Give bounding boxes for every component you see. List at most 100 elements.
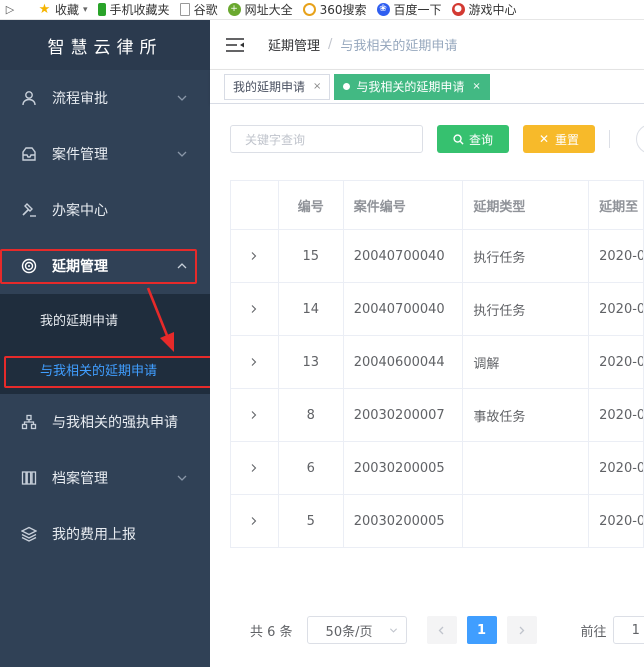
row-expand-icon[interactable] [231, 442, 279, 495]
table-cell: 执行任务 [463, 283, 590, 336]
more-button[interactable] [636, 124, 644, 154]
active-dot-icon [343, 83, 351, 90]
sidebar: 智慧云律所 流程审批 案件管理 办案中心 延期管理 我的延期申请 与我相关的延期… [0, 20, 237, 667]
tab-label: 我的延期申请 [233, 80, 306, 94]
tab-label: 与我相关的延期申请 [356, 80, 465, 94]
pagination: 共 6 条 50条/页 1 前往 1 [250, 616, 644, 644]
query-button[interactable]: 查询 [437, 125, 509, 153]
sidebar-item-label: 案件管理 [52, 147, 108, 163]
query-label: 查询 [468, 132, 493, 147]
bookmark-item[interactable]: 谷歌 [179, 1, 218, 18]
archive-icon [20, 469, 38, 487]
breadcrumb-parent[interactable]: 延期管理 [268, 35, 320, 54]
close-icon[interactable]: × [313, 81, 321, 92]
chevron-down-icon: ▾ [83, 4, 88, 15]
submenu-item-label: 我的延期申请 [40, 313, 119, 329]
table-cell: 20040700040 [343, 283, 464, 336]
pagination-total: 共 6 条 [250, 624, 293, 640]
bookmark-item[interactable]: ● 游戏中心 [451, 1, 517, 18]
row-expand-icon[interactable] [231, 283, 279, 336]
chevron-right-icon [519, 626, 525, 634]
table-cell: 14 [278, 283, 344, 336]
table-cell: 6 [278, 442, 344, 495]
row-expand-icon[interactable] [231, 230, 279, 283]
navbar: 延期管理 / 与我相关的延期申请 [210, 20, 644, 70]
tags-view: 我的延期申请 × 与我相关的延期申请 × [210, 70, 644, 104]
highlight-box [4, 356, 237, 388]
sidebar-item-label: 流程审批 [52, 91, 108, 107]
table-row: 13 20040600044 调解 2020-0 [231, 336, 644, 389]
main-panel: 延期管理 / 与我相关的延期申请 我的延期申请 × 与我相关的延期申请 × 关键… [210, 20, 644, 667]
table-cell: 13 [278, 336, 344, 389]
bookmark-item[interactable]: ❀ 百度一下 [376, 1, 442, 18]
sidebar-toggle-icon[interactable]: ▷ [0, 3, 20, 16]
row-expand-icon[interactable] [231, 495, 279, 548]
arrow-annotation-icon [146, 287, 174, 352]
layers-icon [20, 525, 38, 543]
table-cell: 2020-0 [589, 283, 644, 336]
reset-button[interactable]: ✕ 重置 [523, 125, 595, 153]
content-area: 关键字查询 查询 ✕ 重置 编号 案件编号 延期类型 延期至 15 200407… [210, 104, 644, 664]
paw-icon: ❀ [376, 3, 390, 16]
hamburger-icon[interactable] [226, 37, 244, 52]
table-cell: 2020-0 [589, 389, 644, 442]
chevron-left-icon [438, 626, 444, 634]
bookmark-item[interactable]: 360搜索 [302, 1, 367, 18]
inbox-icon [20, 145, 38, 163]
plus-icon: + [227, 3, 241, 16]
gavel-icon [20, 201, 38, 219]
next-page-button[interactable] [506, 616, 537, 644]
table-cell [463, 495, 590, 548]
row-expand-icon[interactable] [231, 336, 279, 389]
breadcrumb-separator: / [328, 37, 333, 52]
tab-related-extension[interactable]: 与我相关的延期申请 × [334, 73, 490, 100]
row-expand-icon[interactable] [231, 389, 279, 442]
gamepad-icon: ● [451, 3, 465, 16]
sidebar-item-expenses[interactable]: 我的费用上报 [0, 506, 210, 562]
phone-icon [97, 3, 106, 16]
table-header-row: 编号 案件编号 延期类型 延期至 [231, 181, 644, 230]
sidebar-item-approval[interactable]: 流程审批 [0, 70, 210, 126]
page-icon [179, 3, 190, 16]
sidebar-item-archive[interactable]: 档案管理 [0, 450, 210, 506]
table-cell: 事故任务 [463, 389, 590, 442]
table-cell: 20040600044 [343, 336, 464, 389]
table-row: 14 20040700040 执行任务 2020-0 [231, 283, 644, 336]
chevron-down-icon [177, 475, 187, 481]
table-row: 15 20040700040 执行任务 2020-0 [231, 230, 644, 283]
chevron-down-icon [177, 151, 187, 157]
divider [609, 130, 610, 148]
sidebar-item-label: 办案中心 [52, 203, 108, 219]
keyword-search-input[interactable]: 关键字查询 [230, 125, 423, 153]
search-row: 关键字查询 查询 ✕ 重置 [230, 124, 644, 154]
bookmark-item[interactable]: + 网址大全 [227, 1, 293, 18]
extension-table: 编号 案件编号 延期类型 延期至 15 20040700040 执行任务 202… [230, 180, 644, 548]
tab-my-extension[interactable]: 我的延期申请 × [224, 73, 331, 100]
sidebar-item-enforcement[interactable]: 与我相关的强执申请 [0, 394, 210, 450]
page-size-select[interactable]: 50条/页 [306, 616, 407, 644]
bookmark-item[interactable]: ★ 收藏 ▾ [38, 1, 88, 18]
sidebar-item-label: 档案管理 [52, 471, 108, 487]
table-cell: 执行任务 [463, 230, 590, 283]
table-cell: 5 [278, 495, 344, 548]
sidebar-item-label: 与我相关的强执申请 [52, 415, 178, 431]
page-number-button[interactable]: 1 [466, 616, 497, 644]
table-cell: 2020-0 [589, 442, 644, 495]
close-icon[interactable]: × [472, 81, 480, 92]
table-cell: 20030200007 [343, 389, 464, 442]
table-row: 5 20030200005 2020-0 [231, 495, 644, 548]
user-icon [20, 89, 38, 107]
table-cell: 2020-0 [589, 495, 644, 548]
prev-page-button[interactable] [426, 616, 457, 644]
chevron-down-icon [177, 95, 187, 101]
chevron-down-icon [389, 628, 397, 633]
breadcrumb-current: 与我相关的延期申请 [340, 39, 458, 54]
bookmark-item[interactable]: 手机收藏夹 [97, 1, 170, 18]
star-icon: ★ [38, 2, 51, 17]
goto-page-input[interactable]: 1 [612, 616, 644, 644]
sidebar-item-case-center[interactable]: 办案中心 [0, 182, 210, 238]
page-size-value: 50条/页 [325, 624, 373, 640]
table-row: 8 20030200007 事故任务 2020-0 [231, 389, 644, 442]
table-cell: 15 [278, 230, 344, 283]
sidebar-item-cases[interactable]: 案件管理 [0, 126, 210, 182]
